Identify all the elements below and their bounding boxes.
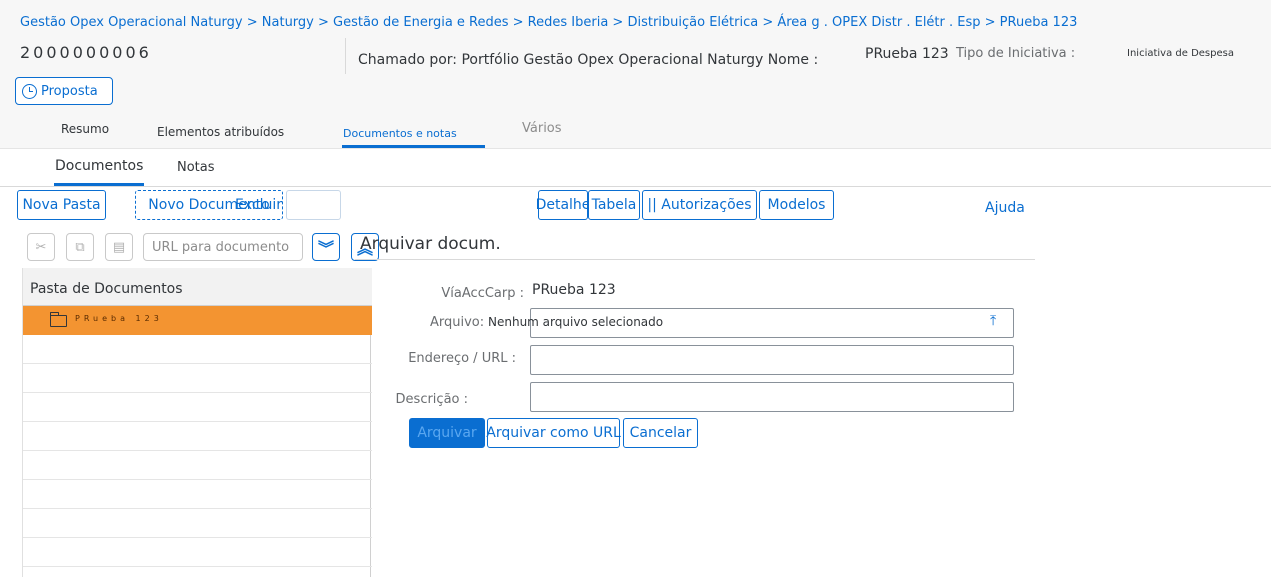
new-folder-button[interactable]: Nova Pasta [17,190,106,220]
path-label: VíaAccCarp : [441,286,524,301]
url-to-document-button[interactable]: URL para documento [143,233,303,261]
templates-button[interactable]: Modelos [759,190,834,220]
tree-row[interactable] [23,335,372,364]
cancel-button[interactable]: Cancelar [623,418,698,448]
tree-row[interactable] [23,509,372,538]
description-input[interactable] [530,382,1014,412]
document-folder-tree: Pasta de Documentos PRueba 123 [22,268,372,577]
tree-folder-label: PRueba 123 [75,314,163,323]
type-value: Iniciativa de Despesa [1127,48,1234,59]
tab-resumo[interactable]: Resumo [61,122,109,136]
help-link[interactable]: Ajuda [985,200,1025,216]
breadcrumb[interactable]: Gestão Opex Operacional Naturgy > Naturg… [20,15,1077,30]
tree-header: Pasta de Documentos [23,268,372,306]
url-label: Endereço / URL : [408,351,516,366]
archive-button[interactable]: Arquivar [409,418,485,448]
called-by-text: Chamado por: Portfólio Gestão Opex Opera… [358,52,819,68]
authorizations-button[interactable]: || Autorizações [642,190,757,220]
table-button[interactable]: Tabela [588,190,640,220]
folder-icon [49,312,67,327]
subtab-divider [0,186,1271,187]
tree-row-selected[interactable]: PRueba 123 [23,306,372,335]
subtab-documentos[interactable]: Documentos [55,158,143,174]
tab-divider [0,148,1271,149]
detail-button[interactable]: Detalhe [536,190,590,220]
file-label: Arquivo: [430,315,485,330]
tree-row[interactable] [23,538,372,567]
subtab-notas[interactable]: Notas [177,160,215,175]
upload-icon[interactable]: ⤒ [990,313,1004,329]
archive-as-url-button[interactable]: Arquivar como URL [486,418,621,448]
form-title-divider [355,259,1035,260]
tree-row[interactable] [23,480,372,509]
tree-row[interactable] [23,393,372,422]
tree-row[interactable] [23,451,372,480]
object-id: 2000000006 [20,43,152,62]
path-value: PRueba 123 [532,282,616,298]
url-input[interactable] [530,345,1014,375]
cut-icon[interactable]: ✂ [27,233,55,261]
name-value: PRueba 123 [865,46,949,62]
header-divider [345,38,346,74]
copy-icon[interactable]: ⧉ [66,233,94,261]
tree-row[interactable] [23,364,372,393]
form-title: Arquivar docum. [360,234,501,254]
status-button-label: Proposta [41,83,98,99]
chevron-double-down-icon[interactable]: ︾ [312,233,340,261]
delete-button[interactable]: Excluir [234,190,283,220]
description-label: Descrição : [395,392,468,407]
tree-row[interactable] [23,422,372,451]
clock-icon [22,83,37,99]
tab-elementos-atribuidos[interactable]: Elementos atribuídos [157,125,284,139]
file-status-text: Nenhum arquivo selecionado [488,315,664,329]
paste-icon[interactable]: ▤ [105,233,133,261]
tab-varios[interactable]: Vários [522,121,562,136]
tab-documentos-notas[interactable]: Documentos e notas [343,127,457,140]
empty-toolbar-button[interactable] [286,190,341,220]
type-label: Tipo de Iniciativa : [956,46,1076,61]
status-button[interactable]: Proposta [15,77,113,105]
